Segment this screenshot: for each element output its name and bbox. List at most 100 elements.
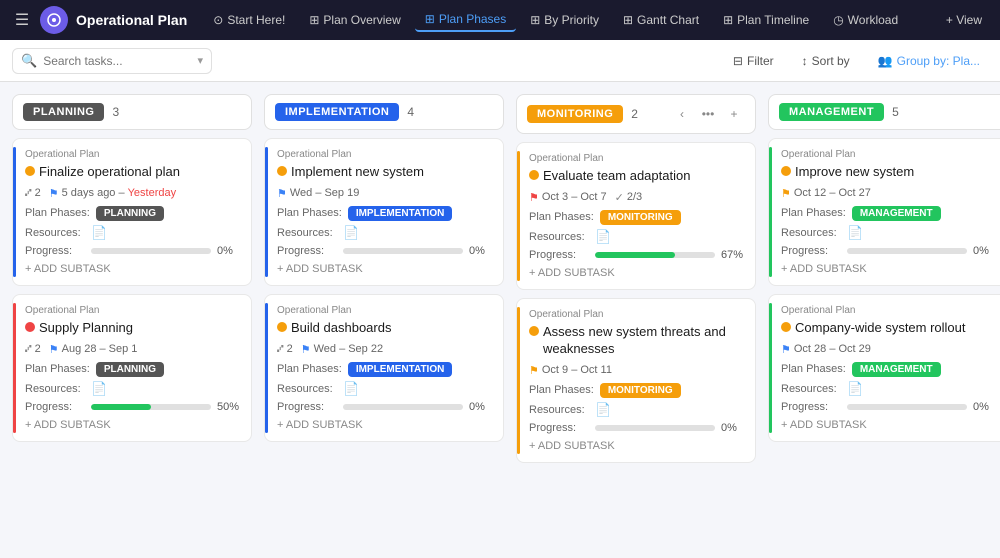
plan-phases-row: Plan Phases: MONITORING bbox=[529, 383, 743, 398]
tab-start-here[interactable]: ⊙ Start Here! bbox=[203, 9, 295, 31]
subtask-count: ⑇2 bbox=[25, 187, 41, 199]
task-left-bar bbox=[13, 147, 16, 277]
search-input[interactable] bbox=[43, 54, 173, 68]
plan-phases-row: Plan Phases: MANAGEMENT bbox=[781, 206, 995, 221]
board: PLANNING 3 Operational Plan Finalize ope… bbox=[0, 82, 1000, 558]
app-logo bbox=[40, 6, 68, 34]
tab-plan-phases[interactable]: ⊞ Plan Phases bbox=[415, 8, 516, 32]
progress-row: Progress: 0% bbox=[781, 245, 995, 257]
resources-row: Resources: 📄 bbox=[25, 225, 239, 241]
plan-phases-label: Plan Phases: bbox=[529, 211, 594, 223]
resources-label: Resources: bbox=[529, 231, 589, 243]
task-project: Operational Plan bbox=[529, 153, 743, 164]
task-card[interactable]: Operational Plan Finalize operational pl… bbox=[12, 138, 252, 286]
task-title: Finalize operational plan bbox=[25, 164, 239, 181]
tab-by-priority[interactable]: ⊞ By Priority bbox=[520, 9, 609, 31]
task-card[interactable]: Operational Plan Assess new system threa… bbox=[516, 298, 756, 463]
task-card[interactable]: Operational Plan Build dashboards ⑇2 ⚑ W… bbox=[264, 294, 504, 442]
tab-gantt-chart[interactable]: ⊞ Gantt Chart bbox=[613, 9, 709, 31]
resources-row: Resources: 📄 bbox=[25, 381, 239, 397]
task-card[interactable]: Operational Plan Implement new system ⚑ … bbox=[264, 138, 504, 286]
phase-badge: IMPLEMENTATION bbox=[348, 206, 453, 221]
progress-row: Progress: 0% bbox=[781, 401, 995, 413]
progress-bar bbox=[91, 248, 211, 254]
progress-row: Progress: 0% bbox=[25, 245, 239, 257]
status-dot bbox=[277, 166, 287, 176]
task-project: Operational Plan bbox=[25, 305, 239, 316]
add-subtask-button[interactable]: + ADD SUBTASK bbox=[277, 263, 491, 275]
task-left-bar bbox=[13, 303, 16, 433]
tab-plan-overview[interactable]: ⊞ Plan Overview bbox=[299, 9, 410, 31]
search-icon: 🔍 bbox=[21, 53, 37, 69]
resources-label: Resources: bbox=[781, 227, 841, 239]
resource-icon: 📄 bbox=[847, 381, 863, 397]
progress-row: Progress: 67% bbox=[529, 249, 743, 261]
phase-badge: MANAGEMENT bbox=[852, 206, 941, 221]
task-date: ⚑ Oct 3 – Oct 7 bbox=[529, 191, 607, 204]
search-box[interactable]: 🔍 ▾ bbox=[12, 48, 212, 74]
task-date: ⚑ Wed – Sep 19 bbox=[277, 187, 359, 200]
add-subtask-button[interactable]: + ADD SUBTASK bbox=[277, 419, 491, 431]
plan-phases-row: Plan Phases: MONITORING bbox=[529, 210, 743, 225]
progress-pct: 67% bbox=[721, 249, 743, 261]
col-count-management: 5 bbox=[892, 105, 899, 119]
task-project: Operational Plan bbox=[277, 305, 491, 316]
phase-badge: IMPLEMENTATION bbox=[348, 362, 453, 377]
col-add-btn[interactable]: + bbox=[723, 103, 745, 125]
tab-icon: ⊞ bbox=[723, 13, 733, 27]
add-subtask-button[interactable]: + ADD SUBTASK bbox=[781, 263, 995, 275]
resources-row: Resources: 📄 bbox=[781, 381, 995, 397]
tab-icon: ⊞ bbox=[530, 13, 540, 27]
task-title: Supply Planning bbox=[25, 320, 239, 337]
task-project: Operational Plan bbox=[25, 149, 239, 160]
resources-row: Resources: 📄 bbox=[277, 225, 491, 241]
resource-icon: 📄 bbox=[847, 225, 863, 241]
plan-phases-label: Plan Phases: bbox=[25, 363, 90, 375]
sort-icon: ↕ bbox=[802, 54, 808, 68]
add-subtask-button[interactable]: + ADD SUBTASK bbox=[529, 267, 743, 279]
resources-label: Resources: bbox=[277, 383, 337, 395]
task-card[interactable]: Operational Plan Company-wide system rol… bbox=[768, 294, 1000, 442]
tab-icon: ⊞ bbox=[623, 13, 633, 27]
progress-label: Progress: bbox=[529, 249, 589, 261]
status-dot bbox=[529, 326, 539, 336]
flag-icon: ⚑ bbox=[49, 343, 59, 356]
progress-bar bbox=[595, 425, 715, 431]
progress-pct: 50% bbox=[217, 401, 239, 413]
task-meta: ⚑ Wed – Sep 19 bbox=[277, 187, 491, 200]
tab-workload[interactable]: ◷ Workload bbox=[823, 9, 908, 31]
task-date: ⚑ Wed – Sep 22 bbox=[301, 343, 383, 356]
task-left-bar bbox=[265, 147, 268, 277]
task-title: Evaluate team adaptation bbox=[529, 168, 743, 185]
group-by-button[interactable]: 👥 Group by: Pla... bbox=[870, 50, 988, 72]
filter-button[interactable]: ⊟ Filter bbox=[725, 50, 782, 72]
add-subtask-button[interactable]: + ADD SUBTASK bbox=[25, 419, 239, 431]
col-prev-btn[interactable]: ‹ bbox=[671, 103, 693, 125]
col-count-monitoring: 2 bbox=[631, 107, 638, 121]
task-project: Operational Plan bbox=[277, 149, 491, 160]
tab-plan-timeline[interactable]: ⊞ Plan Timeline bbox=[713, 9, 819, 31]
flag-icon: ⚑ bbox=[781, 343, 791, 356]
checklist: ✓2/3 bbox=[615, 191, 643, 204]
add-view-button[interactable]: + View bbox=[936, 9, 992, 31]
plan-phases-label: Plan Phases: bbox=[25, 207, 90, 219]
task-card[interactable]: Operational Plan Improve new system ⚑ Oc… bbox=[768, 138, 1000, 286]
add-subtask-button[interactable]: + ADD SUBTASK bbox=[781, 419, 995, 431]
add-subtask-button[interactable]: + ADD SUBTASK bbox=[25, 263, 239, 275]
task-card[interactable]: Operational Plan Supply Planning ⑇2 ⚑ Au… bbox=[12, 294, 252, 442]
resources-row: Resources: 📄 bbox=[277, 381, 491, 397]
progress-row: Progress: 0% bbox=[529, 422, 743, 434]
add-subtask-button[interactable]: + ADD SUBTASK bbox=[529, 440, 743, 452]
status-dot bbox=[529, 170, 539, 180]
plan-phases-label: Plan Phases: bbox=[781, 363, 846, 375]
task-card[interactable]: Operational Plan Evaluate team adaptatio… bbox=[516, 142, 756, 290]
task-title: Improve new system bbox=[781, 164, 995, 181]
sort-button[interactable]: ↕ Sort by bbox=[794, 50, 858, 72]
hamburger-icon[interactable]: ☰ bbox=[8, 6, 36, 34]
col-more-btn[interactable]: ••• bbox=[697, 103, 719, 125]
col-badge-management: MANAGEMENT bbox=[779, 103, 884, 121]
plan-phases-row: Plan Phases: MANAGEMENT bbox=[781, 362, 995, 377]
phase-badge: MONITORING bbox=[600, 210, 681, 225]
app-title: Operational Plan bbox=[76, 12, 187, 28]
resources-row: Resources: 📄 bbox=[781, 225, 995, 241]
